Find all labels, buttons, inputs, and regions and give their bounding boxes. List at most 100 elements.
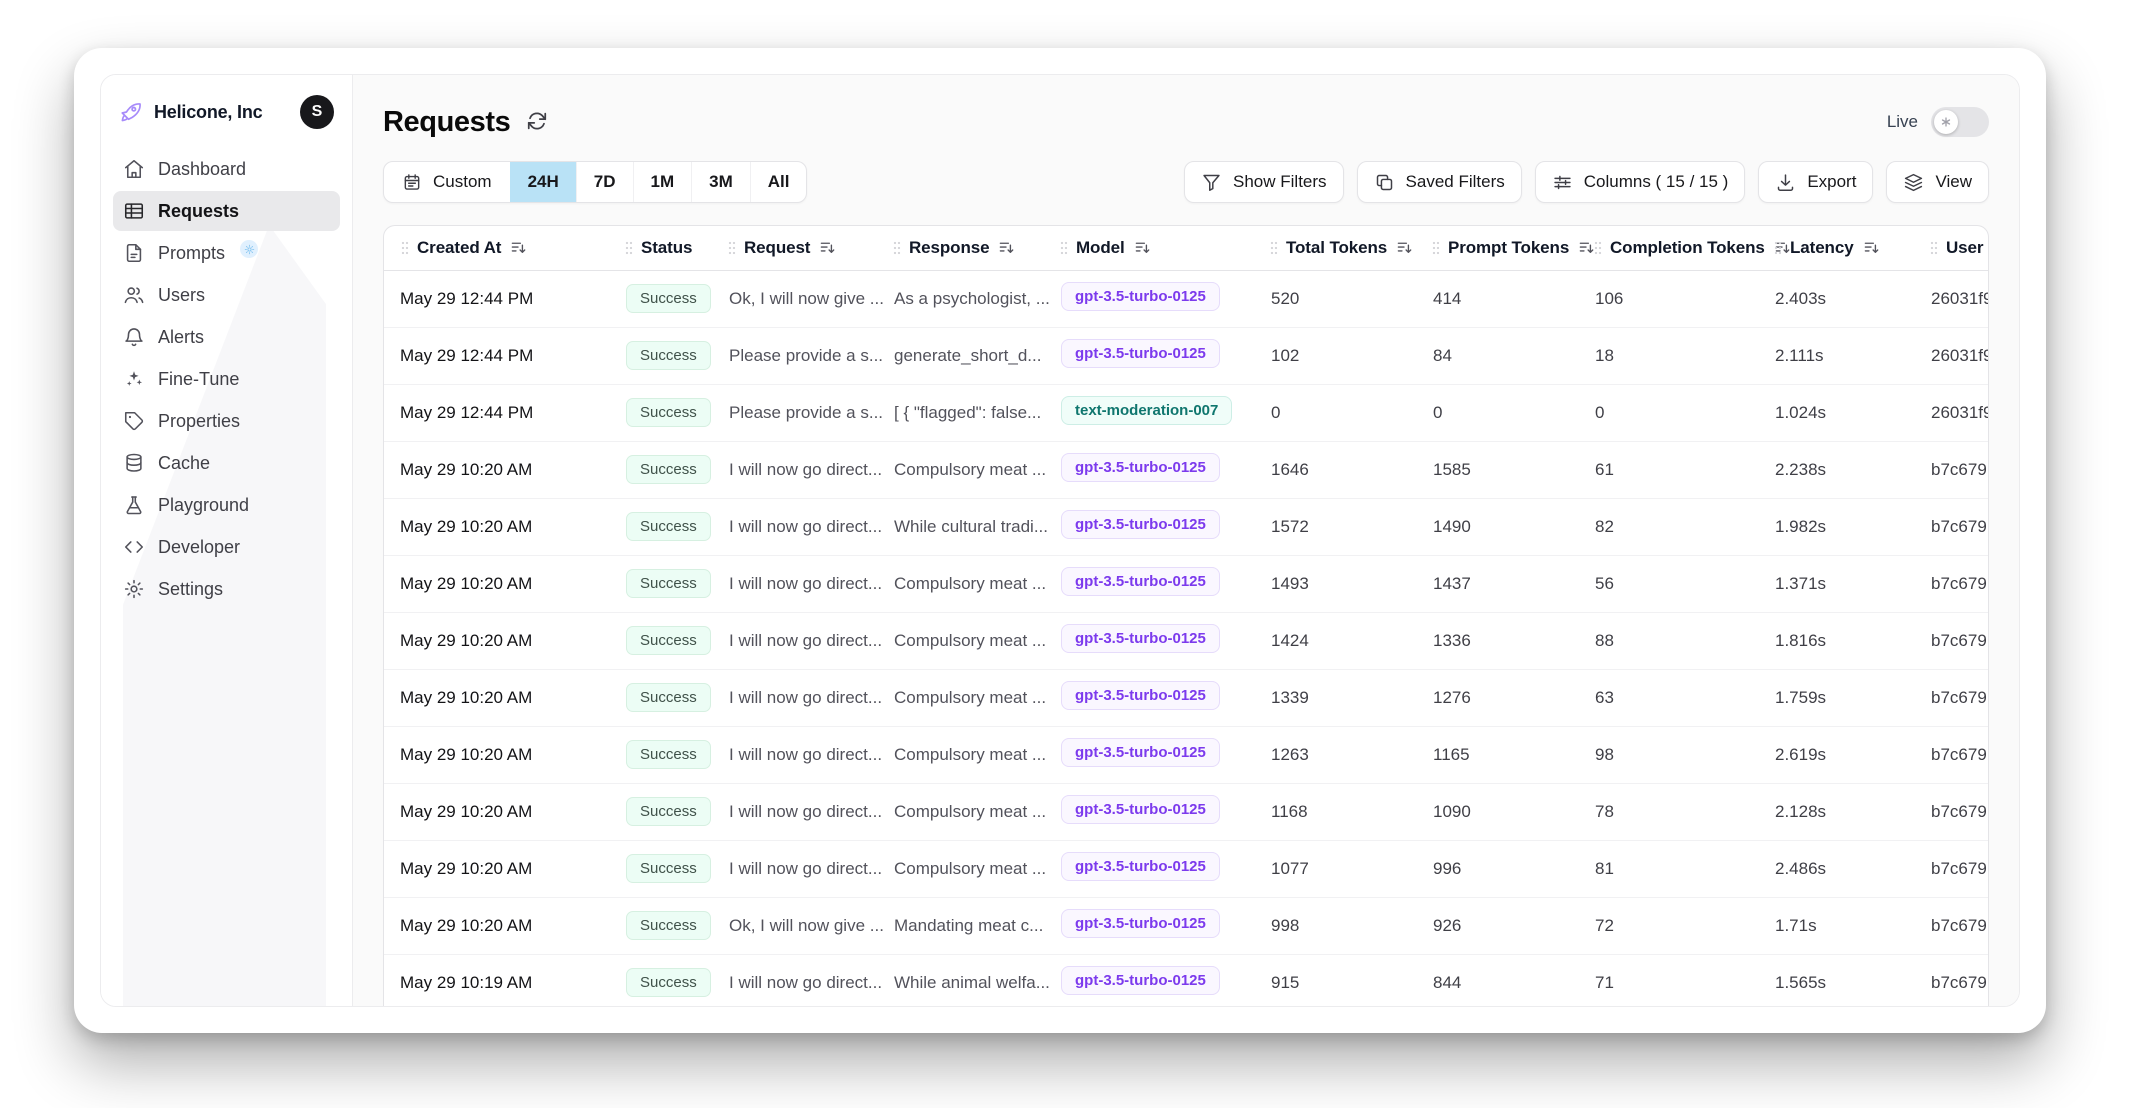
sidebar-item-requests[interactable]: Requests [113, 191, 340, 231]
created-at-cell: May 29 10:20 AM [384, 498, 618, 555]
sort-icon[interactable] [1134, 239, 1151, 256]
model-badge: gpt-3.5-turbo-0125 [1061, 624, 1220, 653]
table-row[interactable]: May 29 10:20 AMSuccessI will now go dire… [384, 498, 1989, 555]
range-button-7d[interactable]: 7D [576, 162, 633, 202]
sidebar-item-developer[interactable]: Developer [113, 527, 340, 567]
table-row[interactable]: May 29 10:20 AMSuccessI will now go dire… [384, 669, 1989, 726]
status-cell: Success [618, 954, 721, 1006]
show-filters-button[interactable]: Show Filters [1184, 161, 1344, 203]
sidebar-item-users[interactable]: Users [113, 275, 340, 315]
response-cell: [ { "flagged": false... [886, 384, 1053, 441]
request-cell: I will now go direct... [721, 441, 886, 498]
table-row[interactable]: May 29 10:20 AMSuccessI will now go dire… [384, 441, 1989, 498]
sidebar-item-label: Prompts [158, 243, 225, 264]
sidebar-item-playground[interactable]: Playground [113, 485, 340, 525]
drag-handle-icon[interactable] [624, 240, 634, 256]
table-row[interactable]: May 29 12:44 PMSuccessPlease provide a s… [384, 384, 1989, 441]
sidebar-item-prompts[interactable]: Prompts [113, 233, 340, 273]
table-row[interactable]: May 29 12:44 PMSuccessOk, I will now giv… [384, 270, 1989, 327]
saved-filters-button[interactable]: Saved Filters [1357, 161, 1522, 203]
table-row[interactable]: May 29 12:44 PMSuccessPlease provide a s… [384, 327, 1989, 384]
latency-cell: 2.403s [1767, 270, 1923, 327]
range-button-3m[interactable]: 3M [691, 162, 750, 202]
table-row[interactable]: May 29 10:20 AMSuccessI will now go dire… [384, 612, 1989, 669]
drag-handle-icon[interactable] [1593, 240, 1603, 256]
drag-handle-icon[interactable] [1929, 240, 1939, 256]
sidebar-item-dashboard[interactable]: Dashboard [113, 149, 340, 189]
table-row[interactable]: May 29 10:20 AMSuccessI will now go dire… [384, 726, 1989, 783]
column-header-created-at[interactable]: Created At [384, 226, 618, 270]
sidebar-item-fine-tune[interactable]: Fine-Tune [113, 359, 340, 399]
model-cell: gpt-3.5-turbo-0125 [1053, 612, 1263, 669]
sort-icon[interactable] [819, 239, 836, 256]
column-header-response[interactable]: Response [886, 226, 1053, 270]
view-button[interactable]: View [1886, 161, 1989, 203]
table-row[interactable]: May 29 10:20 AMSuccessOk, I will now giv… [384, 897, 1989, 954]
completion-tokens-cell: 18 [1587, 327, 1767, 384]
sort-icon[interactable] [1396, 239, 1413, 256]
request-cell: I will now go direct... [721, 669, 886, 726]
latency-cell: 1.759s [1767, 669, 1923, 726]
prompt-tokens-cell: 1585 [1425, 441, 1587, 498]
sidebar-item-label: Settings [158, 579, 223, 600]
column-label: User [1946, 238, 1983, 258]
column-header-user[interactable]: User [1923, 226, 1989, 270]
sort-icon[interactable] [1863, 239, 1880, 256]
total-tokens-cell: 915 [1263, 954, 1425, 1006]
button-label: Show Filters [1233, 172, 1327, 192]
column-header-model[interactable]: Model [1053, 226, 1263, 270]
completion-tokens-cell: 78 [1587, 783, 1767, 840]
table-row[interactable]: May 29 10:20 AMSuccessI will now go dire… [384, 555, 1989, 612]
drag-handle-icon[interactable] [892, 240, 902, 256]
request-cell: Please provide a s... [721, 384, 886, 441]
completion-tokens-cell: 98 [1587, 726, 1767, 783]
total-tokens-cell: 1263 [1263, 726, 1425, 783]
sort-icon[interactable] [998, 239, 1015, 256]
sidebar-item-label: Playground [158, 495, 249, 516]
request-cell: Ok, I will now give ... [721, 270, 886, 327]
column-label: Completion Tokens [1610, 238, 1765, 258]
refresh-icon[interactable] [526, 110, 550, 134]
column-header-request[interactable]: Request [721, 226, 886, 270]
page-title: Requests [383, 106, 510, 139]
table-row[interactable]: May 29 10:20 AMSuccessI will now go dire… [384, 840, 1989, 897]
avatar[interactable]: S [300, 95, 334, 129]
user-cell: 26031f90-68 [1923, 270, 1989, 327]
sidebar-item-settings[interactable]: Settings [113, 569, 340, 609]
toolbar-actions: Show Filters Saved Filters Columns ( 15 / … [1184, 161, 1989, 203]
prompt-tokens-cell: 1090 [1425, 783, 1587, 840]
column-header-total-tokens[interactable]: Total Tokens [1263, 226, 1425, 270]
range-button-1m[interactable]: 1M [633, 162, 692, 202]
columns-button[interactable]: Columns ( 15 / 15 ) [1535, 161, 1746, 203]
table-row[interactable]: May 29 10:19 AMSuccessI will now go dire… [384, 954, 1989, 1006]
funnel-icon [1201, 172, 1222, 193]
export-button[interactable]: Export [1758, 161, 1873, 203]
column-header-prompt-tokens[interactable]: Prompt Tokens [1425, 226, 1587, 270]
drag-handle-icon[interactable] [1773, 240, 1783, 256]
live-toggle[interactable] [1931, 107, 1989, 137]
sidebar-item-alerts[interactable]: Alerts [113, 317, 340, 357]
drag-handle-icon[interactable] [727, 240, 737, 256]
response-cell: Compulsory meat ... [886, 783, 1053, 840]
table-row[interactable]: May 29 10:20 AMSuccessI will now go dire… [384, 783, 1989, 840]
org-switcher[interactable]: Helicone, Inc S [111, 89, 342, 147]
column-header-status[interactable]: Status [618, 226, 721, 270]
column-header-completion-tokens[interactable]: Completion Tokens [1587, 226, 1767, 270]
column-header-latency[interactable]: Latency [1767, 226, 1923, 270]
drag-handle-icon[interactable] [1431, 240, 1441, 256]
range-button-24h[interactable]: 24H [510, 162, 576, 202]
toolbar: Custom 24H7D1M3MAll Show Filters Saved Fi… [383, 161, 1989, 203]
custom-range-button[interactable]: Custom [384, 162, 510, 202]
total-tokens-cell: 1572 [1263, 498, 1425, 555]
date-range-control: Custom 24H7D1M3MAll [383, 161, 807, 203]
sidebar-item-properties[interactable]: Properties [113, 401, 340, 441]
range-button-all[interactable]: All [750, 162, 807, 202]
column-label: Response [909, 238, 989, 258]
drag-handle-icon[interactable] [1269, 240, 1279, 256]
drag-handle-icon[interactable] [400, 240, 410, 256]
user-cell: b7c67919-39 [1923, 897, 1989, 954]
sort-icon[interactable] [510, 239, 527, 256]
latency-cell: 2.128s [1767, 783, 1923, 840]
sidebar-item-cache[interactable]: Cache [113, 443, 340, 483]
drag-handle-icon[interactable] [1059, 240, 1069, 256]
